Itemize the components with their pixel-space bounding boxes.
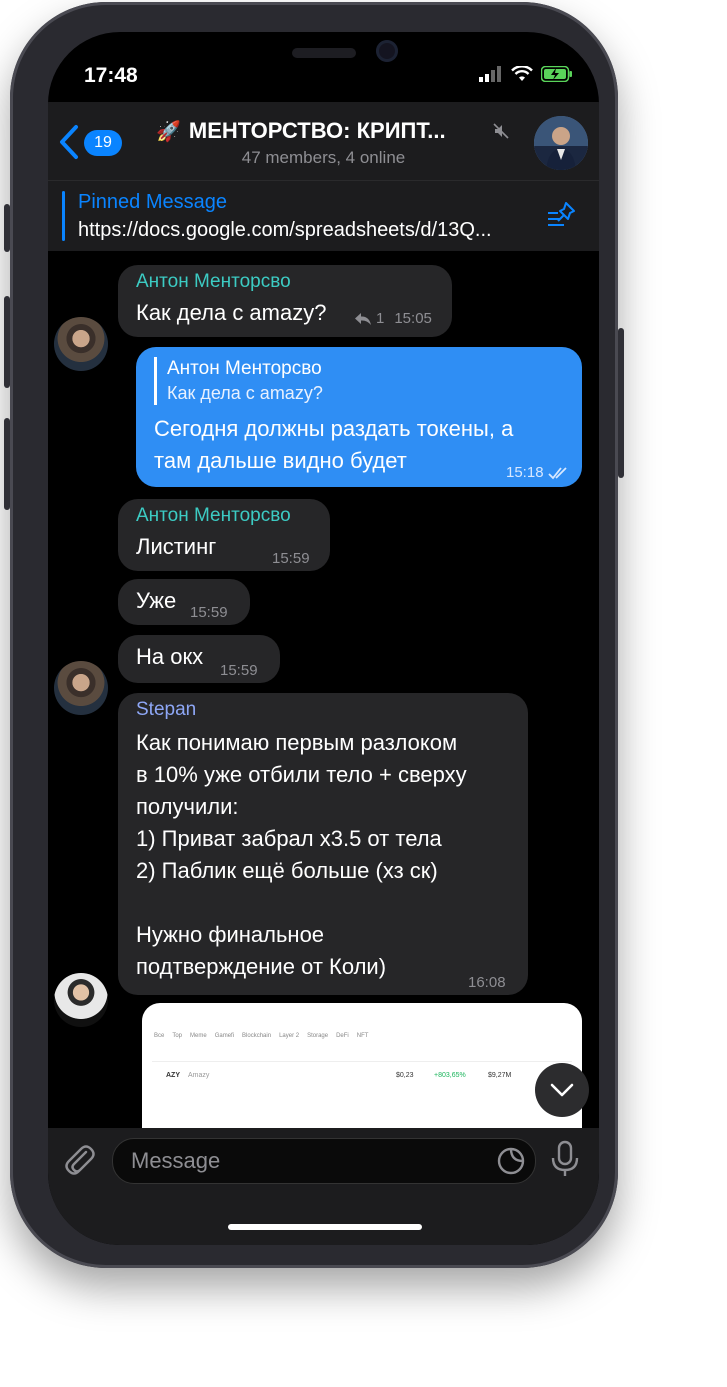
chat-subtitle: 47 members, 4 online [241,148,406,167]
battery-icon [541,66,572,82]
message-meta: 1 15:05 [354,303,432,335]
message-time: 15:59 [220,662,258,679]
message-time: 15:05 [394,310,432,327]
message-text-line: получили: [136,794,239,819]
preview-token: AZY [166,1072,180,1079]
avatar-stepan[interactable] [54,973,108,1027]
pin-list-icon[interactable] [546,199,578,231]
notch [176,32,472,84]
preview-tab: Top [172,1033,183,1039]
message-text-line: Сегодня должны раздать токены, а [154,416,514,441]
sender-name: Stepan [136,699,197,720]
message-text-line: 2) Паблик ещё больше (хз ск) [136,858,438,883]
message-text-block: Как понимаю первым разлоком в 10% уже от… [136,727,516,983]
message-input-bar [48,1128,599,1245]
speaker [292,48,356,58]
wifi-icon [511,66,533,81]
message-bubble[interactable]: Антон Менторсво Как дела с amazy? 1 15:0… [118,265,452,337]
reply-arrow-icon [355,313,371,325]
message-bubble[interactable]: Stepan Как понимаю первым разлоком в 10%… [118,693,528,995]
message-text: Как дела с amazy? [136,300,327,325]
chat-header: 19 🚀 МЕНТОРСТВО: КРИПТ... 47 members, 4 … [48,102,599,180]
preview-price: $0,23 [396,1072,414,1079]
phone-frame: 17:48 19 🚀 МЕНТОРСТВО: КРИПТ... 47 membe… [10,2,618,1268]
phone-screen: 17:48 19 🚀 МЕНТОРСТВО: КРИПТ... 47 membe… [48,32,599,1245]
preview-tab: Все [154,1033,165,1039]
preview-tab: Layer 2 [279,1033,300,1039]
front-camera [376,40,398,62]
sender-name: Антон Менторсво [136,271,291,292]
message-text-line: подтверждение от Коли) [136,954,387,979]
preview-tab: Meme [190,1033,207,1039]
message-time: 15:59 [190,604,228,621]
message-bubble[interactable]: Уже 15:59 [118,579,250,625]
message-time: 15:59 [272,550,310,567]
read-checks-icon [547,467,567,480]
chevron-down-icon [550,1083,574,1097]
message-text: На окх [136,644,204,669]
preview-tab: Blockchain [242,1033,272,1039]
reply-quote-name: Антон Менторсво [167,358,322,379]
volume-up-button [4,296,10,388]
message-input[interactable] [129,1147,473,1175]
message-text-line: Как понимаю первым разлоком [136,730,458,755]
preview-change: +803,65% [434,1072,466,1079]
message-time: 15:18 [506,464,544,481]
message-input-field[interactable] [112,1138,536,1184]
status-time: 17:48 [84,64,138,87]
message-bubble-outgoing[interactable]: Антон Менторсво Как дела с amazy? Сегодн… [136,347,582,487]
sticker-icon[interactable] [497,1147,525,1175]
avatar-anton[interactable] [54,661,108,715]
pinned-message-bar[interactable]: Pinned Message https://docs.google.com/s… [48,180,599,252]
message-text-line [136,887,516,919]
mute-icon [493,123,509,139]
message-text-line: 1) Приват забрал х3.5 от тела [136,826,442,851]
message-list[interactable]: Антон Менторсво Как дела с amazy? 1 15:0… [48,251,599,1128]
message-text: Уже [136,588,177,613]
reply-quote-text: Как дела с amazy? [167,383,323,403]
reply-quote[interactable]: Антон Менторсво Как дела с amazy? [154,357,567,405]
chat-title[interactable]: 🚀 МЕНТОРСТВО: КРИПТ... [156,118,506,144]
microphone-icon[interactable] [550,1140,580,1178]
rocket-emoji: 🚀 [156,120,181,143]
reply-count: 1 [376,310,385,327]
pinned-text: https://docs.google.com/spreadsheets/d/1… [78,219,492,241]
message-bubble[interactable]: Антон Менторсво Листинг 15:59 [118,499,330,571]
message-meta: 15:18 [506,457,570,489]
message-bubble[interactable]: На окх 15:59 [118,635,280,683]
preview-token-name: Amazy [188,1072,210,1079]
message-text-line: там дальше видно будет [154,448,407,473]
pinned-accent-bar [62,191,65,241]
sender-name: Антон Менторсво [136,505,291,526]
volume-down-button [4,418,10,510]
message-text-line: в 10% уже отбили тело + сверху [136,762,467,787]
preview-tab: DeFi [336,1033,349,1039]
message-text-line: Нужно финальное [136,922,325,947]
preview-tab: NFT [356,1033,369,1039]
preview-tabs: Все Top Meme Gamefi Blockchain Layer 2 S… [154,1033,368,1039]
message-text: Листинг [136,534,217,559]
avatar-person-icon [534,116,588,170]
silent-switch [4,204,10,252]
power-button [618,328,624,478]
preview-cap: $9,27M [488,1072,512,1079]
preview-token-row: AZY Amazy $0,23 +803,65% $9,27M [152,1061,572,1090]
avatar-anton[interactable] [54,317,108,371]
scroll-to-bottom-button[interactable] [535,1063,589,1117]
preview-tab: Gamefi [214,1033,235,1039]
chat-title-text: МЕНТОРСТВО: КРИПТ... [188,118,446,143]
preview-tab: Storage [307,1033,329,1039]
image-message-preview[interactable]: Все Top Meme Gamefi Blockchain Layer 2 S… [142,1003,582,1128]
signal-icon [479,66,501,82]
home-indicator[interactable] [228,1224,422,1230]
chat-avatar[interactable] [534,116,588,170]
message-time: 16:08 [468,974,506,991]
paperclip-icon[interactable] [62,1142,96,1178]
pinned-label: Pinned Message [78,191,227,213]
status-icons [479,66,573,82]
